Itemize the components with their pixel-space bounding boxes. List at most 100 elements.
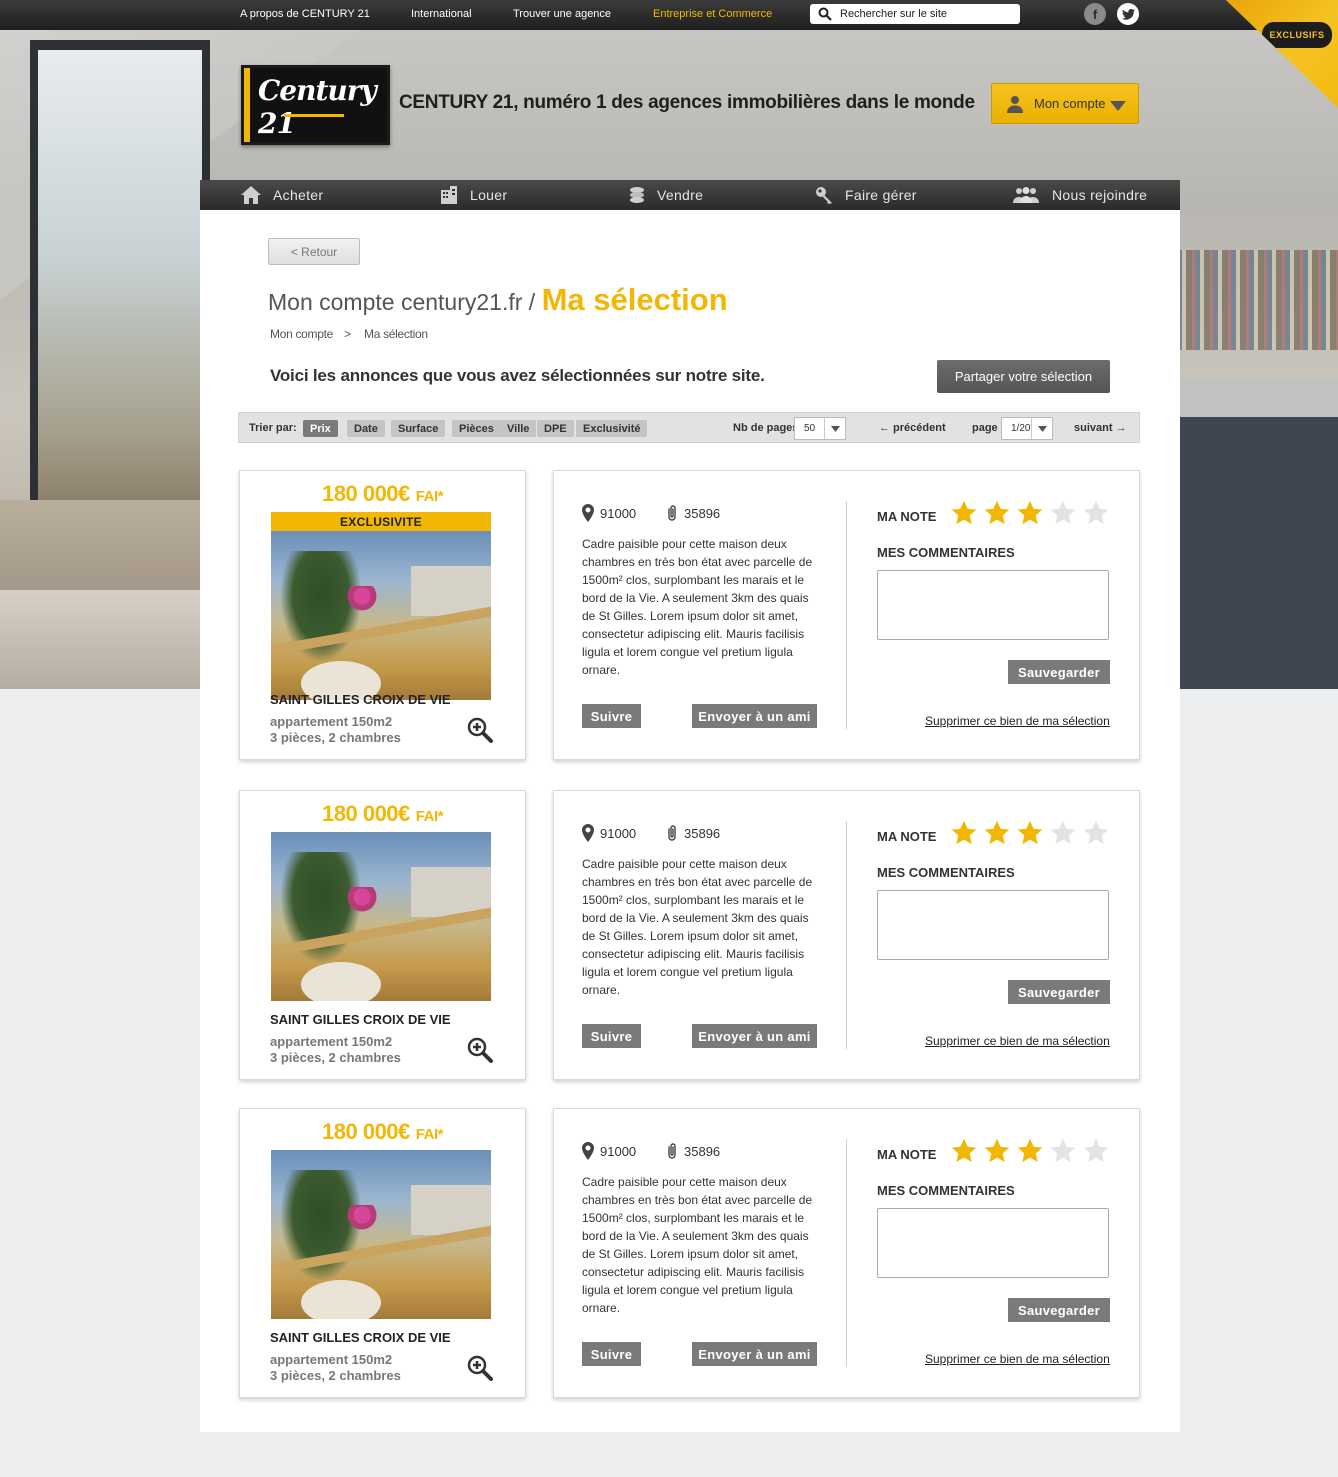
star-filled-icon[interactable] (983, 819, 1011, 852)
account-label: Mon compte (1034, 96, 1106, 111)
back-button[interactable]: < Retour (268, 238, 360, 265)
follow-button[interactable]: Suivre (582, 1342, 641, 1366)
star-empty-icon[interactable] (1082, 499, 1110, 532)
rating-stars[interactable] (950, 499, 1110, 532)
breadcrumb-mon-compte[interactable]: Mon compte (270, 327, 333, 341)
top-bar: A propos de CENTURY 21 International Tro… (0, 0, 1338, 30)
star-filled-icon[interactable] (1016, 819, 1044, 852)
sort-exclusivite[interactable]: Exclusivité (576, 420, 648, 437)
link-international[interactable]: International (411, 8, 472, 20)
photo-flowers (346, 1205, 386, 1230)
star-filled-icon[interactable] (983, 1137, 1011, 1170)
paperclip-icon (668, 825, 676, 841)
nav-louer[interactable]: Louer (440, 180, 507, 210)
star-empty-icon[interactable] (1049, 1137, 1077, 1170)
star-empty-icon[interactable] (1082, 1137, 1110, 1170)
link-business[interactable]: Entreprise et Commerce (653, 8, 772, 20)
remove-from-selection-link[interactable]: Supprimer ce bien de ma sélection (925, 714, 1110, 728)
century21-logo[interactable]: Century 21 (241, 65, 390, 145)
price-fai: FAI* (415, 488, 444, 505)
listing-photo[interactable] (271, 531, 491, 700)
share-selection-button[interactable]: Partager votre sélection (937, 360, 1110, 393)
listing-description: Cadre paisible pour cette maison deux ch… (582, 857, 813, 997)
nav-acheter[interactable]: Acheter (241, 180, 323, 210)
listing-postcode: 91000 (582, 1142, 636, 1160)
pages-select-value: 50 (804, 423, 816, 434)
listing-postcode: 91000 (582, 824, 636, 842)
nav-faire-gerer[interactable]: Faire gérer (815, 180, 917, 210)
star-filled-icon[interactable] (950, 499, 978, 532)
follow-button[interactable]: Suivre (582, 1024, 641, 1048)
nav-label: Vendre (657, 187, 704, 203)
photo-chair (301, 1280, 381, 1319)
link-find-agency[interactable]: Trouver une agence (513, 8, 611, 20)
listing-type: appartement 150m2 (270, 1352, 393, 1367)
search-input[interactable] (840, 6, 1010, 22)
search-icon[interactable] (818, 7, 832, 26)
rating-stars[interactable] (950, 1137, 1110, 1170)
rating-stars[interactable] (950, 819, 1110, 852)
listing-card[interactable]: 180 000€ FAI* EXCLUSIVITE SAINT GILLES CR… (239, 470, 526, 760)
sort-bar: Trier par: Prix Date Surface Pièces Vill… (238, 412, 1140, 443)
star-empty-icon[interactable] (1049, 819, 1077, 852)
star-empty-icon[interactable] (1082, 819, 1110, 852)
sort-dpe[interactable]: DPE (537, 420, 574, 437)
chevron-down-icon (1110, 99, 1126, 114)
comments-field[interactable] (877, 890, 1109, 960)
remove-from-selection-link[interactable]: Supprimer ce bien de ma sélection (925, 1352, 1110, 1366)
send-to-friend-button[interactable]: Envoyer à un ami (692, 704, 817, 728)
logo-text: Century 21 (258, 74, 377, 140)
zoom-in-icon[interactable] (467, 1037, 493, 1068)
listing-card[interactable]: 180 000€ FAI* SAINT GILLES CROIX DE VIE a… (239, 790, 526, 1080)
sort-label: Trier par: (249, 422, 297, 434)
remove-from-selection-link[interactable]: Supprimer ce bien de ma sélection (925, 1034, 1110, 1048)
hero-bookshelf (1168, 250, 1338, 350)
zoom-in-icon[interactable] (467, 1355, 493, 1386)
save-comment-button[interactable]: Sauvegarder (1008, 980, 1110, 1004)
previous-link[interactable]: ← précédent (879, 422, 946, 434)
star-filled-icon[interactable] (1016, 1137, 1044, 1170)
star-filled-icon[interactable] (950, 819, 978, 852)
account-button[interactable]: Mon compte (991, 83, 1139, 124)
sort-ville[interactable]: Ville (500, 420, 537, 437)
price-value: 180 000€ (322, 801, 410, 826)
zoom-in-icon[interactable] (467, 717, 493, 748)
save-comment-button[interactable]: Sauvegarder (1008, 660, 1110, 684)
chevron-down-icon (824, 418, 845, 439)
link-about[interactable]: A propos de CENTURY 21 (240, 8, 370, 20)
nav-vendre[interactable]: Vendre (629, 180, 703, 210)
send-to-friend-button[interactable]: Envoyer à un ami (692, 1024, 817, 1048)
sort-surface[interactable]: Surface (391, 420, 446, 437)
twitter-icon[interactable] (1117, 3, 1139, 25)
logo-accent-bar (244, 68, 250, 142)
listing-description: Cadre paisible pour cette maison deux ch… (582, 1175, 813, 1315)
postcode-value: 91000 (600, 825, 637, 841)
save-comment-button[interactable]: Sauvegarder (1008, 1298, 1110, 1322)
listing-reference: 35896 (666, 824, 720, 842)
facebook-icon[interactable]: f (1084, 3, 1106, 25)
postcode-value: 91000 (600, 1143, 637, 1159)
listing-card[interactable]: 180 000€ FAI* SAINT GILLES CROIX DE VIE a… (239, 1108, 526, 1398)
follow-button[interactable]: Suivre (582, 704, 641, 728)
star-filled-icon[interactable] (950, 1137, 978, 1170)
send-to-friend-button[interactable]: Envoyer à un ami (692, 1342, 817, 1366)
sort-date[interactable]: Date (347, 420, 385, 437)
comments-field[interactable] (877, 1208, 1109, 1278)
site-tagline: CENTURY 21, numéro 1 des agences immobil… (399, 92, 975, 113)
sort-prix[interactable]: Prix (303, 420, 338, 437)
page-select[interactable]: 1/20 (1001, 417, 1053, 440)
next-link[interactable]: suivant → (1074, 422, 1127, 434)
star-filled-icon[interactable] (1016, 499, 1044, 532)
nav-nous-rejoindre[interactable]: Nous rejoindre (1012, 180, 1147, 210)
logo-house-icon (284, 114, 344, 124)
star-empty-icon[interactable] (1049, 499, 1077, 532)
nav-label: Faire gérer (845, 187, 917, 203)
listing-photo[interactable] (271, 1150, 491, 1319)
comments-field[interactable] (877, 570, 1109, 640)
nav-label: Louer (470, 187, 508, 203)
pages-select[interactable]: 50 (794, 417, 846, 440)
listing-photo[interactable] (271, 832, 491, 1001)
page-select-value: 1/20 (1011, 423, 1031, 434)
sort-pieces[interactable]: Pièces (452, 420, 501, 437)
star-filled-icon[interactable] (983, 499, 1011, 532)
